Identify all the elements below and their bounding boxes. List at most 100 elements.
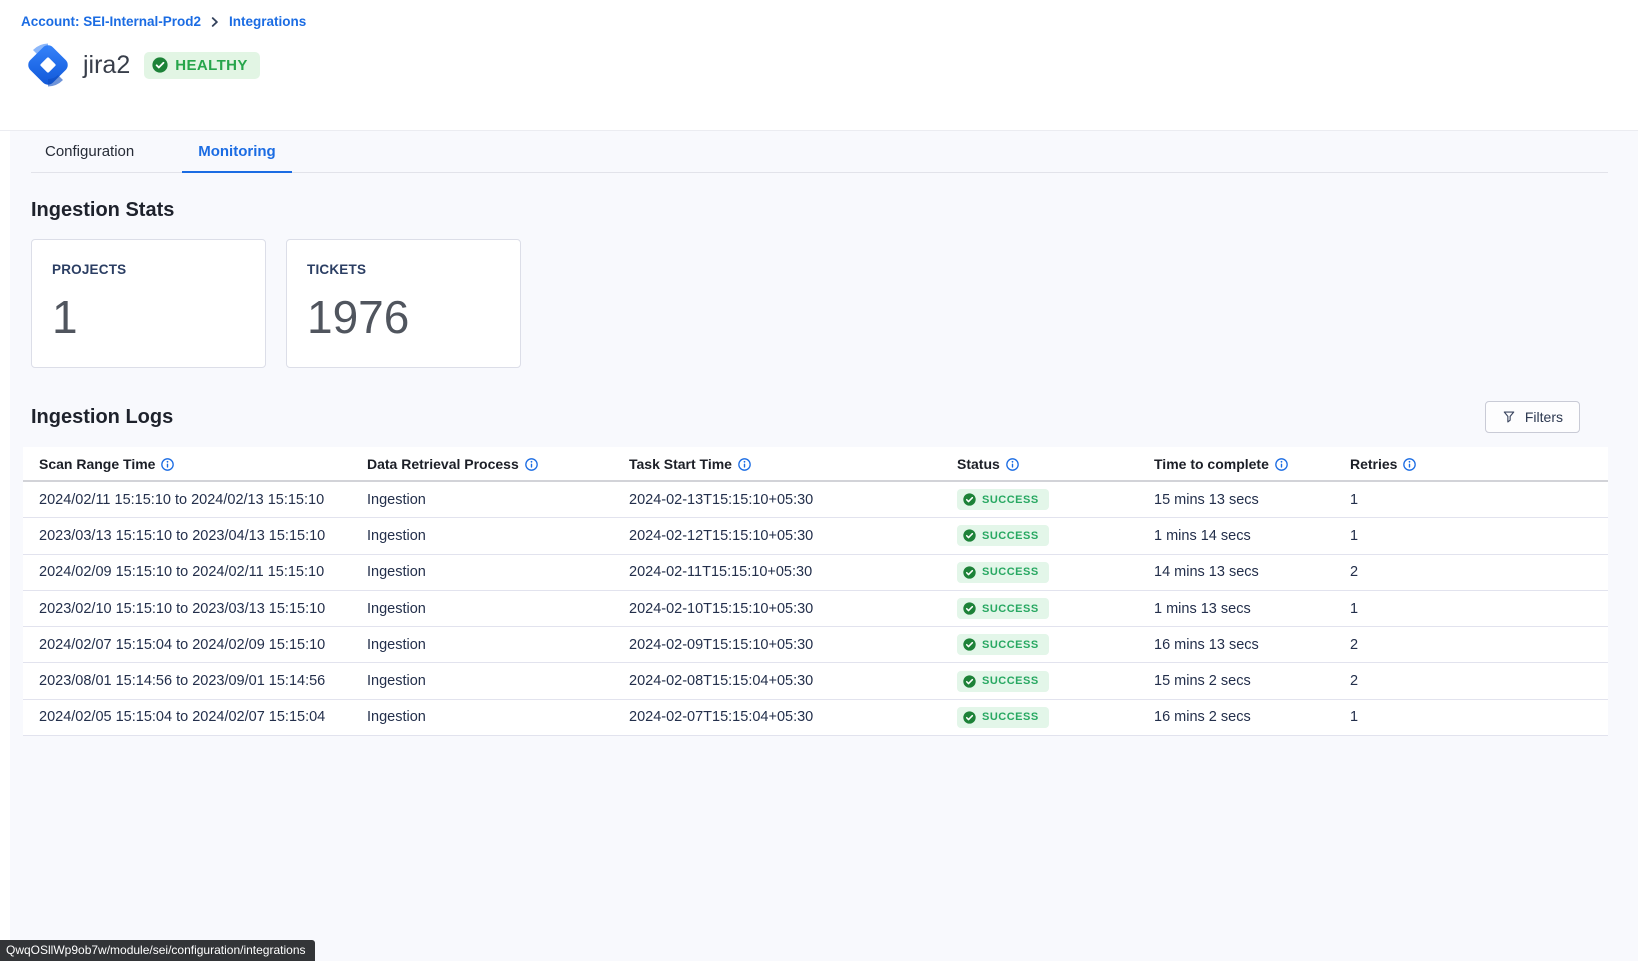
cell-retries: 1: [1350, 528, 1608, 544]
column-header-status: Status: [957, 456, 1154, 472]
health-status-badge: HEALTHY: [144, 52, 260, 79]
cell-status: SUCCESS: [957, 562, 1154, 583]
cell-retries: 2: [1350, 673, 1608, 689]
column-header-label: Scan Range Time: [39, 456, 155, 472]
cell-retries: 1: [1350, 601, 1608, 617]
cell-retries: 2: [1350, 564, 1608, 580]
cell-data-retrieval-process: Ingestion: [367, 637, 629, 653]
status-badge: SUCCESS: [957, 671, 1049, 692]
status-badge-label: SUCCESS: [982, 639, 1039, 651]
filters-button[interactable]: Filters: [1485, 401, 1580, 433]
info-icon[interactable]: [738, 458, 751, 471]
main-content: ConfigurationMonitoring Ingestion Stats …: [10, 131, 1638, 961]
cell-status: SUCCESS: [957, 525, 1154, 546]
stat-card-value: 1: [52, 290, 245, 344]
cell-status: SUCCESS: [957, 671, 1154, 692]
check-circle-icon: [963, 493, 976, 506]
cell-task-start-time: 2024-02-10T15:15:10+05:30: [629, 601, 957, 617]
cell-data-retrieval-process: Ingestion: [367, 709, 629, 725]
check-circle-icon: [963, 638, 976, 651]
check-circle-icon: [963, 675, 976, 688]
table-row[interactable]: 2024/02/09 15:15:10 to 2024/02/11 15:15:…: [23, 555, 1608, 591]
column-header-scan-range-time: Scan Range Time: [39, 456, 367, 472]
status-badge: SUCCESS: [957, 489, 1049, 510]
jira-logo-icon: [22, 39, 74, 91]
table-row[interactable]: 2024/02/07 15:15:04 to 2024/02/09 15:15:…: [23, 627, 1608, 663]
cell-status: SUCCESS: [957, 634, 1154, 655]
table-row[interactable]: 2023/03/13 15:15:10 to 2023/04/13 15:15:…: [23, 518, 1608, 554]
cell-status: SUCCESS: [957, 598, 1154, 619]
stat-card-projects: PROJECTS1: [31, 239, 266, 368]
check-circle-icon: [152, 57, 168, 73]
status-badge-label: SUCCESS: [982, 603, 1039, 615]
cell-scan-range-time: 2024/02/05 15:15:04 to 2024/02/07 15:15:…: [39, 709, 367, 725]
breadcrumb-integrations-link[interactable]: Integrations: [229, 14, 306, 29]
cell-retries: 1: [1350, 492, 1608, 508]
check-circle-icon: [963, 529, 976, 542]
status-badge-label: SUCCESS: [982, 675, 1039, 687]
info-icon[interactable]: [1403, 458, 1416, 471]
cell-scan-range-time: 2024/02/09 15:15:10 to 2024/02/11 15:15:…: [39, 564, 367, 580]
table-row[interactable]: 2024/02/11 15:15:10 to 2024/02/13 15:15:…: [23, 482, 1608, 518]
ingestion-logs-table: Scan Range Time Data Retrieval ProcessTas…: [23, 447, 1608, 736]
cell-status: SUCCESS: [957, 707, 1154, 728]
cell-retries: 2: [1350, 637, 1608, 653]
column-header-label: Retries: [1350, 456, 1397, 472]
cell-time-to-complete: 14 mins 13 secs: [1154, 564, 1350, 580]
stat-card-label: TICKETS: [307, 262, 500, 277]
integration-title: jira2: [83, 51, 130, 80]
column-header-task-start-time: Task Start Time: [629, 456, 957, 472]
check-circle-icon: [963, 602, 976, 615]
cell-task-start-time: 2024-02-07T15:15:04+05:30: [629, 709, 957, 725]
cell-scan-range-time: 2023/03/13 15:15:10 to 2023/04/13 15:15:…: [39, 528, 367, 544]
breadcrumb-account-link[interactable]: Account: SEI-Internal-Prod2: [21, 14, 201, 29]
cell-scan-range-time: 2024/02/07 15:15:04 to 2024/02/09 15:15:…: [39, 637, 367, 653]
status-badge: SUCCESS: [957, 598, 1049, 619]
check-circle-icon: [963, 566, 976, 579]
tab-bar: Configuration Monitoring: [31, 131, 1608, 173]
info-icon[interactable]: [161, 458, 174, 471]
info-icon[interactable]: [1006, 458, 1019, 471]
cell-data-retrieval-process: Ingestion: [367, 528, 629, 544]
status-badge-label: SUCCESS: [982, 530, 1039, 542]
table-row[interactable]: 2024/02/05 15:15:04 to 2024/02/07 15:15:…: [23, 700, 1608, 736]
cell-task-start-time: 2024-02-13T15:15:10+05:30: [629, 492, 957, 508]
table-row[interactable]: 2023/08/01 15:14:56 to 2023/09/01 15:14:…: [23, 663, 1608, 699]
column-header-retries: Retries: [1350, 456, 1608, 472]
table-header-row: Scan Range Time Data Retrieval ProcessTas…: [23, 447, 1608, 482]
breadcrumb: Account: SEI-Internal-Prod2 Integrations: [21, 14, 1638, 29]
column-header-label: Time to complete: [1154, 456, 1269, 472]
column-header-data-retrieval-process: Data Retrieval Process: [367, 456, 629, 472]
cell-scan-range-time: 2023/08/01 15:14:56 to 2023/09/01 15:14:…: [39, 673, 367, 689]
cell-task-start-time: 2024-02-08T15:15:04+05:30: [629, 673, 957, 689]
cell-retries: 1: [1350, 709, 1608, 725]
stat-card-value: 1976: [307, 290, 500, 344]
cell-scan-range-time: 2023/02/10 15:15:10 to 2023/03/13 15:15:…: [39, 601, 367, 617]
table-row[interactable]: 2023/02/10 15:15:10 to 2023/03/13 15:15:…: [23, 591, 1608, 627]
stat-cards: PROJECTS1 TICKETS 1976: [31, 239, 1638, 368]
cell-status: SUCCESS: [957, 489, 1154, 510]
status-badge: SUCCESS: [957, 525, 1049, 546]
cell-scan-range-time: 2024/02/11 15:15:10 to 2024/02/13 15:15:…: [39, 492, 367, 508]
cell-task-start-time: 2024-02-09T15:15:10+05:30: [629, 637, 957, 653]
status-badge-label: SUCCESS: [982, 711, 1039, 723]
column-header-time-to-complete: Time to complete: [1154, 456, 1350, 472]
tab-monitoring[interactable]: Monitoring: [182, 131, 291, 173]
cell-time-to-complete: 15 mins 2 secs: [1154, 673, 1350, 689]
status-badge-label: SUCCESS: [982, 494, 1039, 506]
status-badge: SUCCESS: [957, 562, 1049, 583]
column-header-label: Status: [957, 456, 1000, 472]
cell-task-start-time: 2024-02-12T15:15:10+05:30: [629, 528, 957, 544]
filter-funnel-icon: [1502, 410, 1516, 424]
cell-task-start-time: 2024-02-11T15:15:10+05:30: [629, 564, 957, 580]
cell-data-retrieval-process: Ingestion: [367, 564, 629, 580]
chevron-right-icon: [210, 17, 220, 27]
ingestion-logs-header-row: Ingestion Logs Filters: [31, 401, 1580, 433]
status-badge: SUCCESS: [957, 634, 1049, 655]
tab-configuration[interactable]: Configuration: [31, 131, 148, 173]
info-icon[interactable]: [1275, 458, 1288, 471]
filters-button-label: Filters: [1525, 409, 1563, 425]
info-icon[interactable]: [525, 458, 538, 471]
health-status-label: HEALTHY: [175, 57, 248, 74]
cell-data-retrieval-process: Ingestion: [367, 601, 629, 617]
